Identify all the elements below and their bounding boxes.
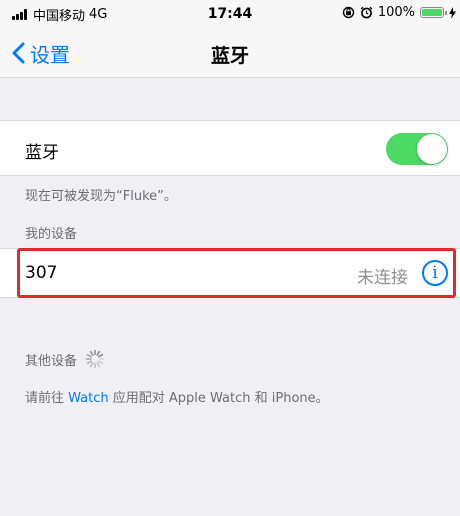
my-devices-header: 我的设备 [25, 227, 78, 242]
spinner-spoke [86, 353, 93, 358]
spinner-spoke [98, 353, 104, 358]
loading-spinner-icon [85, 349, 105, 369]
alarm-icon [360, 6, 373, 19]
spinner-spoke [96, 350, 101, 356]
charging-bolt-icon [449, 6, 456, 19]
status-bar: 中国移动 4G 17:44 100% [0, 0, 460, 28]
device-name: 307 [25, 263, 58, 283]
orientation-lock-icon [342, 6, 355, 19]
other-devices-header: 其他设备 [25, 349, 105, 369]
pairing-note-prefix: 请前往 [25, 391, 69, 406]
device-status: 未连接 [357, 268, 408, 288]
watch-app-link[interactable]: Watch [68, 391, 108, 406]
device-row-307[interactable]: 307 未连接 i [0, 248, 460, 298]
pairing-note-suffix: 应用配对 Apple Watch 和 iPhone。 [108, 391, 329, 406]
section-spacer [0, 78, 460, 120]
battery-percentage: 100% [377, 5, 415, 20]
toggle-knob [417, 134, 447, 164]
battery-cap [445, 11, 447, 15]
battery-icon [420, 7, 447, 18]
page-title: 蓝牙 [210, 45, 249, 67]
spinner-spoke [98, 360, 104, 365]
spinner-spoke [86, 360, 93, 365]
status-right: 100% [342, 5, 456, 20]
pairing-note: 请前往 Watch 应用配对 Apple Watch 和 iPhone。 [25, 387, 329, 406]
discoverable-note: 现在可被发现为“Fluke”。 [25, 189, 177, 204]
other-devices-label: 其他设备 [25, 353, 78, 369]
bluetooth-toggle[interactable] [386, 133, 448, 165]
bluetooth-row: 蓝牙 [0, 120, 460, 176]
navigation-bar: 设置 蓝牙 [0, 28, 460, 78]
spinner-spoke [89, 350, 94, 356]
info-circle-icon[interactable]: i [422, 260, 448, 286]
spinner-spoke [89, 361, 94, 368]
bluetooth-label: 蓝牙 [25, 143, 59, 163]
battery-fill [422, 9, 442, 16]
spinner-spoke [96, 361, 101, 368]
